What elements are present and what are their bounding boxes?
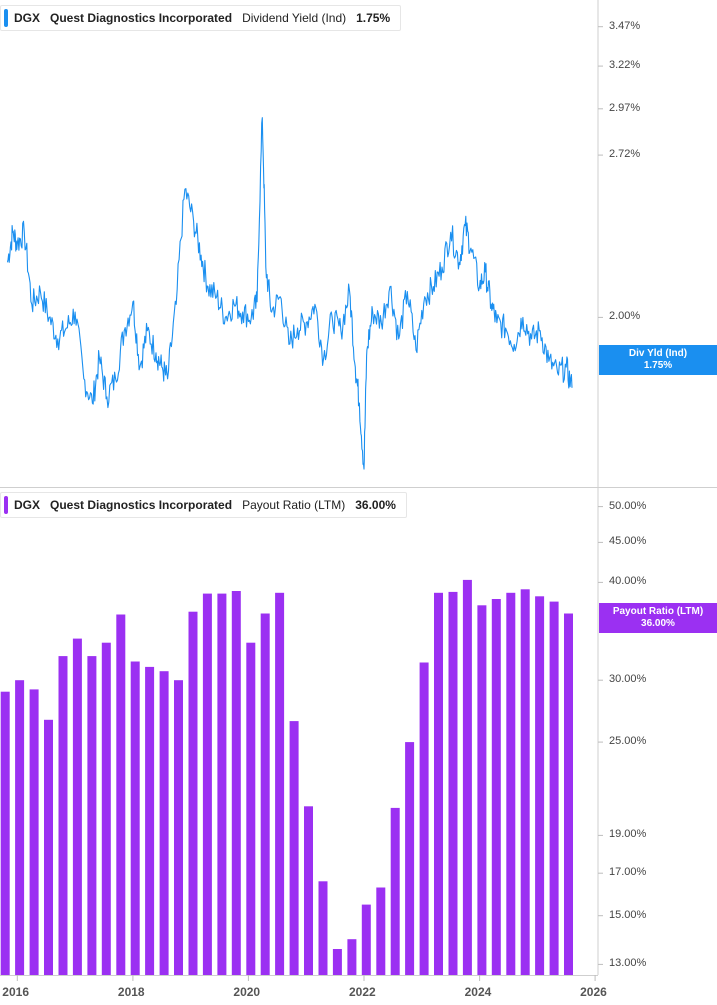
payout-ratio-bar <box>174 680 183 975</box>
bottom-legend-company: Quest Diagnostics Incorporated <box>50 498 233 512</box>
bottom-y-tick-label: 40.00% <box>609 575 647 588</box>
x-tick-label: 2018 <box>117 985 145 999</box>
top-legend-metric: Dividend Yield (Ind) <box>242 11 347 25</box>
dividend-yield-line <box>6 117 573 470</box>
payout-ratio-bar <box>390 807 400 975</box>
payout-ratio-bar <box>231 591 241 975</box>
payout-ratio-bar <box>477 605 487 975</box>
current-payout-flag-label: Payout Ratio (LTM) <box>612 606 704 617</box>
payout-ratio-bar <box>130 661 140 975</box>
bottom-legend-ticker: DGX <box>14 498 41 512</box>
top-legend-value: 1.75% <box>356 11 391 25</box>
top-legend-swatch <box>4 9 8 27</box>
top-legend-company: Quest Diagnostics Incorporated <box>50 11 233 25</box>
payout-ratio-bar <box>202 593 212 975</box>
bottom-legend-swatch <box>4 496 8 514</box>
top-y-tick-label: 3.22% <box>609 59 641 72</box>
payout-ratio-bar <box>145 666 155 975</box>
payout-ratio-bar <box>304 806 313 975</box>
payout-ratio-series <box>0 579 573 975</box>
payout-ratio-bar <box>462 579 472 975</box>
payout-ratio-bar <box>0 691 10 975</box>
bottom-y-tick-label: 30.00% <box>609 673 647 686</box>
payout-ratio-bar <box>535 596 545 975</box>
x-tick-label: 2024 <box>464 985 492 999</box>
payout-ratio-bar <box>87 656 97 975</box>
current-payout-flag-value: 36.00% <box>641 618 675 629</box>
payout-ratio-bar <box>260 613 270 975</box>
payout-ratio-bar <box>549 601 559 975</box>
payout-ratio-bar <box>419 662 429 975</box>
payout-ratio-bar <box>491 599 501 975</box>
top-legend-ticker: DGX <box>14 11 41 25</box>
payout-ratio-bar <box>217 593 227 975</box>
current-payout-flag: Payout Ratio (LTM) 36.00% <box>599 603 717 633</box>
x-tick-label: 2022 <box>349 985 376 999</box>
top-y-tick-label: 3.47% <box>609 19 641 32</box>
current-yield-flag-value: 1.75% <box>643 360 673 371</box>
payout-ratio-bar <box>58 656 68 975</box>
bottom-legend: DGX Quest Diagnostics Incorporated Payou… <box>0 492 407 518</box>
bottom-y-tick-label: 45.00% <box>609 535 647 548</box>
payout-ratio-bar <box>434 592 443 975</box>
payout-ratio-bar <box>246 642 256 975</box>
top-y-tick-label: 2.97% <box>609 101 641 114</box>
bottom-y-tick-label: 13.00% <box>609 957 647 970</box>
x-tick-label: 2020 <box>233 985 261 999</box>
payout-ratio-bar <box>332 949 342 975</box>
top-legend: DGX Quest Diagnostics Incorporated Divid… <box>0 5 402 31</box>
dividend-yield-series <box>6 117 573 470</box>
bottom-legend-value: 36.00% <box>355 498 396 512</box>
payout-ratio-bar <box>15 680 25 975</box>
payout-ratio-bar <box>44 719 53 975</box>
bottom-y-tick-label: 25.00% <box>609 735 647 748</box>
payout-ratio-bar <box>520 589 530 975</box>
payout-ratio-bar <box>101 642 111 975</box>
bottom-legend-metric: Payout Ratio (LTM) <box>242 498 346 512</box>
payout-ratio-bar <box>506 592 516 975</box>
payout-ratio-bar <box>405 742 415 975</box>
x-tick-label: 2016 <box>2 985 29 999</box>
bottom-y-tick-label: 50.00% <box>609 499 647 512</box>
payout-ratio-bar <box>72 638 82 975</box>
payout-ratio-bar <box>448 591 458 975</box>
x-tick-label: 2026 <box>580 985 607 999</box>
current-yield-flag: Div Yld (Ind) 1.75% <box>599 345 717 375</box>
payout-ratio-bar <box>159 671 169 975</box>
payout-ratio-bar <box>289 721 299 975</box>
top-y-tick-label: 2.72% <box>609 148 641 161</box>
payout-ratio-bar <box>376 887 386 975</box>
top-y-tick-label: 2.00% <box>609 310 641 323</box>
payout-ratio-bar <box>347 939 357 975</box>
payout-ratio-bar <box>116 614 126 975</box>
bottom-y-tick-label: 15.00% <box>609 908 647 921</box>
bottom-y-tick-label: 17.00% <box>609 866 647 879</box>
payout-ratio-bar <box>564 613 573 975</box>
payout-ratio-bar <box>318 881 328 975</box>
current-yield-flag-label: Div Yld (Ind) <box>628 348 688 359</box>
payout-ratio-bar <box>188 611 198 975</box>
payout-ratio-bar <box>29 689 39 975</box>
payout-ratio-bar <box>361 904 371 975</box>
payout-ratio-bar <box>275 592 285 975</box>
bottom-y-tick-label: 19.00% <box>609 828 647 841</box>
